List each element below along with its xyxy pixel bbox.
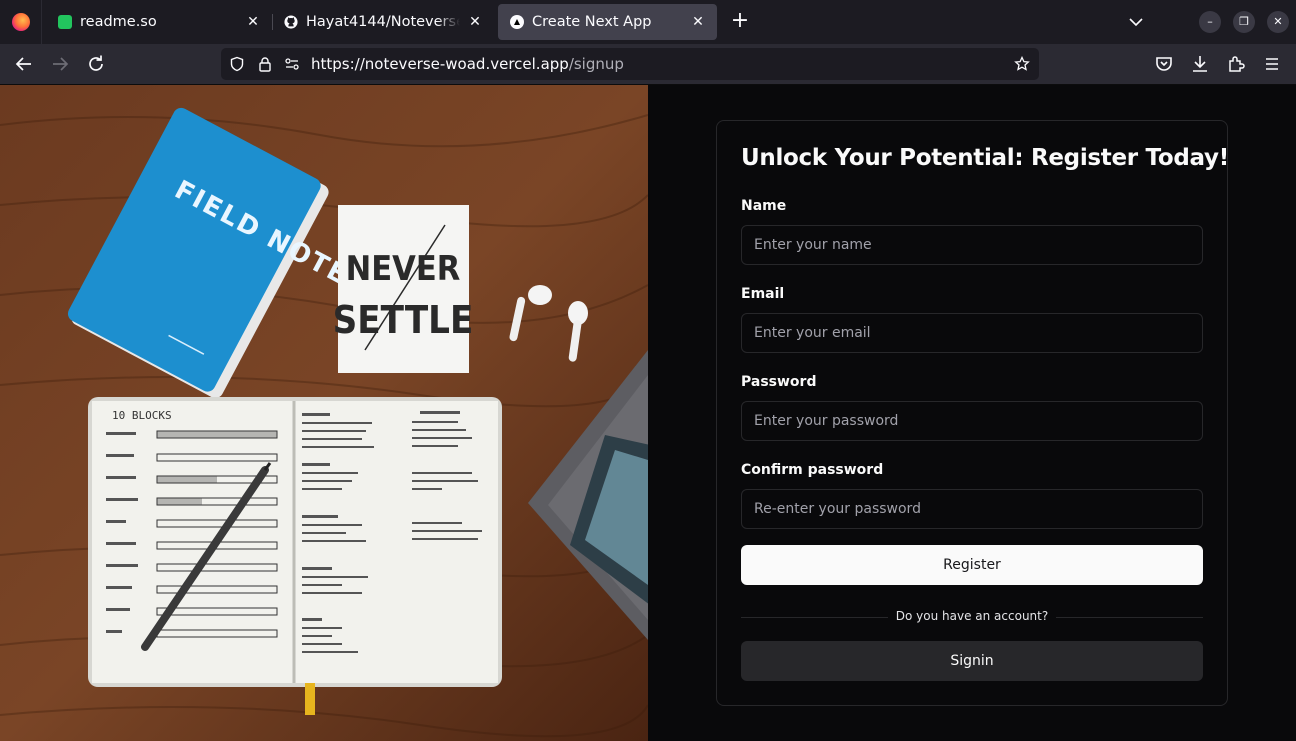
never-settle-card: NEVER SETTLE	[333, 205, 474, 373]
register-button[interactable]: Register	[741, 545, 1203, 585]
signin-button[interactable]: Signin	[741, 641, 1203, 681]
tab-title: Hayat4144/Noteverse: Note	[306, 14, 460, 30]
tab-create-next-app[interactable]: Create Next App ✕	[498, 4, 717, 40]
password-label: Password	[741, 374, 817, 390]
nextjs-favicon-icon	[510, 15, 524, 29]
url-host: https://noteverse-woad.vercel.app	[311, 55, 569, 73]
github-favicon-icon	[284, 15, 298, 29]
email-input[interactable]	[741, 313, 1203, 353]
reload-icon[interactable]	[84, 52, 108, 76]
tab-github[interactable]: Hayat4144/Noteverse: Note ✕	[272, 4, 494, 40]
open-planner-notebook: 10 BLOCKS	[88, 397, 502, 715]
confirm-password-input[interactable]	[741, 489, 1203, 529]
close-tab-icon[interactable]: ✕	[466, 13, 484, 31]
confirm-password-label: Confirm password	[741, 462, 884, 478]
desk-photo-image: FIELD NOTES NEVER SETTLE 10 BLOCKS	[0, 85, 648, 741]
tab-title: readme.so	[80, 14, 157, 30]
restore-window-icon[interactable]: ❐	[1233, 11, 1255, 33]
back-arrow-icon[interactable]	[12, 52, 36, 76]
lock-icon[interactable]	[257, 56, 273, 72]
signup-heading: Unlock Your Potential: Register Today!	[741, 145, 1229, 171]
svg-text:SETTLE: SETTLE	[333, 298, 474, 342]
list-all-tabs-chevron-down-icon[interactable]	[1126, 12, 1146, 32]
email-label: Email	[741, 286, 785, 302]
forward-arrow-icon[interactable]	[48, 52, 72, 76]
url-path: /signup	[568, 55, 624, 73]
name-label: Name	[741, 198, 787, 214]
readme-favicon-icon	[58, 15, 72, 29]
site-permissions-icon[interactable]	[284, 56, 300, 72]
tab-title: Create Next App	[532, 14, 652, 30]
svg-text:NEVER: NEVER	[346, 249, 461, 289]
account-prompt: Do you have an account?	[741, 609, 1203, 623]
close-tab-icon[interactable]: ✕	[689, 13, 707, 31]
svg-text:10 BLOCKS: 10 BLOCKS	[112, 409, 172, 422]
new-tab-icon[interactable]: +	[728, 10, 752, 34]
close-tab-icon[interactable]: ✕	[244, 13, 262, 31]
pocket-icon[interactable]	[1152, 52, 1176, 76]
extensions-puzzle-icon[interactable]	[1224, 52, 1248, 76]
page-content: FIELD NOTES NEVER SETTLE 10 BLOCKS Unloc…	[0, 85, 1296, 741]
name-input[interactable]	[741, 225, 1203, 265]
account-prompt-text: Do you have an account?	[887, 609, 1057, 623]
browser-nav-bar: https://noteverse-woad.vercel.app/signup	[0, 44, 1296, 85]
tracking-protection-shield-icon[interactable]	[229, 56, 245, 72]
password-input[interactable]	[741, 401, 1203, 441]
signup-card: Unlock Your Potential: Register Today! N…	[716, 120, 1229, 706]
hamburger-menu-icon[interactable]	[1260, 52, 1284, 76]
firefox-logo-icon[interactable]	[0, 0, 42, 44]
close-window-icon[interactable]: ✕	[1267, 11, 1289, 33]
tab-readme[interactable]: readme.so ✕	[46, 4, 272, 40]
downloads-icon[interactable]	[1188, 52, 1212, 76]
minimize-window-icon[interactable]: –	[1199, 11, 1221, 33]
browser-tab-bar: readme.so ✕ Hayat4144/Noteverse: Note ✕ …	[0, 0, 1296, 44]
url-bar[interactable]: https://noteverse-woad.vercel.app/signup	[221, 48, 1039, 80]
url-text[interactable]: https://noteverse-woad.vercel.app/signup	[311, 48, 624, 80]
bookmark-star-icon[interactable]	[1014, 56, 1030, 72]
